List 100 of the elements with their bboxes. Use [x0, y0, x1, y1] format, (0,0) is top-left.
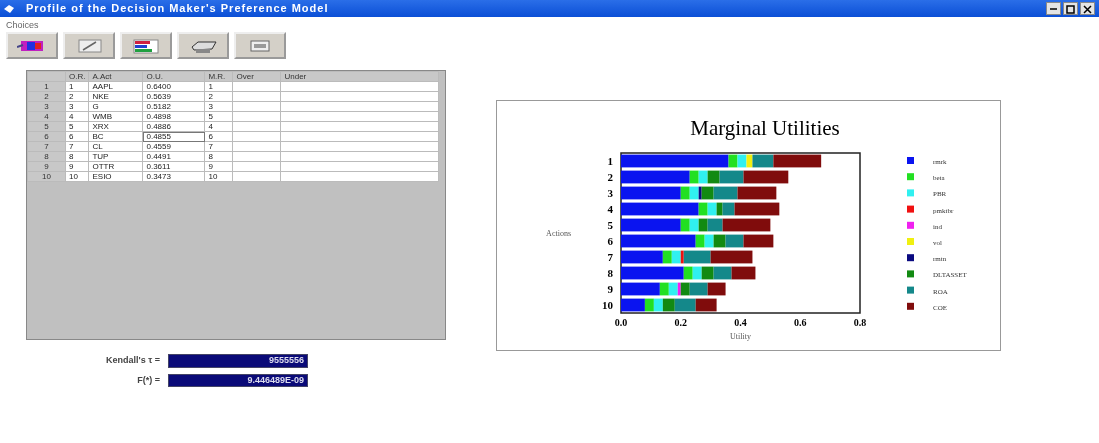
column-header[interactable]: Under — [280, 71, 439, 82]
maximize-icon — [1066, 4, 1075, 14]
close-button[interactable] — [1080, 2, 1095, 15]
column-header[interactable]: M.R. — [204, 71, 233, 82]
table-cell: 5 — [204, 111, 233, 122]
table-cell: TUP — [88, 151, 143, 162]
table-cell: 8 — [65, 151, 89, 162]
legend-swatch — [907, 205, 914, 213]
table-cell: 3 — [65, 101, 89, 112]
row-header: 3 — [27, 101, 66, 112]
toolbar-button[interactable] — [120, 32, 172, 59]
table-cell: 4 — [204, 121, 233, 132]
table-cell: 0.4855 — [142, 131, 205, 142]
minimize-button[interactable] — [1046, 2, 1061, 15]
row-header: 2 — [27, 91, 66, 102]
table-cell: 2 — [65, 91, 89, 102]
table-cell: 0.4898 — [142, 111, 205, 122]
column-header[interactable]: O.R. — [65, 71, 89, 82]
legend-swatch — [907, 173, 914, 181]
result-label: Kendall's τ = — [105, 354, 160, 367]
bar-segment — [689, 218, 699, 232]
legend-swatch — [907, 221, 914, 229]
axis-label: 6 — [607, 235, 613, 247]
row-header: 7 — [27, 141, 66, 152]
bar-segment — [737, 154, 747, 168]
table-cell: AAPL — [88, 81, 143, 92]
axis-label: 9 — [607, 283, 613, 295]
table-cell: 0.4886 — [142, 121, 205, 132]
table-cell: 5 — [65, 121, 89, 132]
row-header: 1 — [27, 81, 66, 92]
axis-label: 0.4 — [734, 317, 747, 328]
table-cell: WMB — [88, 111, 143, 122]
table-cell: 10 — [65, 171, 89, 182]
toolbar-button[interactable] — [6, 32, 58, 59]
bar-segment — [704, 234, 714, 248]
row-header: 10 — [27, 171, 66, 182]
table-cell: CL — [88, 141, 143, 152]
table-cell: 7 — [204, 141, 233, 152]
legend-swatch — [907, 302, 914, 310]
app-icon — [4, 4, 14, 13]
bar-segment — [698, 170, 708, 184]
legend-swatch — [907, 270, 914, 278]
row-header: 5 — [27, 121, 66, 132]
table-cell: 8 — [204, 151, 233, 162]
table-cell: 1 — [204, 81, 233, 92]
column-header[interactable]: Over — [232, 71, 281, 82]
table-cell: 6 — [204, 131, 233, 142]
axis-label: 0.6 — [794, 317, 807, 328]
axis-label: 10 — [602, 299, 613, 311]
table-cell: 6 — [65, 131, 89, 142]
window-title: Profile of the Decision Maker's Preference Model — [26, 1, 329, 17]
close-icon — [1083, 4, 1092, 14]
axis-label: 0.8 — [853, 317, 867, 328]
axis-label: 4 — [607, 203, 613, 215]
table-cell: 9 — [204, 161, 233, 172]
legend-swatch — [907, 238, 914, 245]
maximize-button[interactable] — [1063, 2, 1078, 15]
axis-title: Utility — [730, 332, 751, 341]
table-cell: BC — [88, 131, 143, 142]
table-cell: 1 — [65, 81, 89, 92]
axis-label: 1 — [607, 155, 613, 167]
axis-label: 8 — [607, 267, 613, 279]
axis-label: 0.0 — [614, 317, 628, 328]
axis-label: 2 — [607, 171, 613, 183]
table-cell: 10 — [204, 171, 233, 182]
table-cell: 9 — [65, 161, 89, 172]
row-header: 6 — [27, 131, 66, 142]
row-header: 8 — [27, 151, 66, 162]
table-cell: 0.3611 — [142, 161, 205, 172]
axis-title: Actions — [546, 229, 571, 238]
table-cell: 0.5639 — [142, 91, 205, 102]
column-header[interactable]: A.Act — [88, 71, 143, 82]
legend-swatch — [907, 254, 914, 262]
table-cell: 0.3473 — [142, 171, 205, 182]
row-header: 9 — [27, 161, 66, 172]
toolbar-button[interactable] — [177, 32, 229, 59]
legend-swatch — [907, 157, 914, 164]
axis-label: 7 — [607, 251, 613, 263]
column-header[interactable]: O.U. — [142, 71, 205, 82]
table-cell: 0.6400 — [142, 81, 205, 92]
minimize-icon — [1050, 8, 1057, 11]
table-cell: 0.4491 — [142, 151, 205, 162]
axis-label: 3 — [607, 187, 613, 199]
table-cell: 3 — [204, 101, 233, 112]
table-cell: G — [88, 101, 143, 112]
table-cell: XRX — [88, 121, 143, 132]
legend-swatch — [907, 286, 914, 294]
chart-title: Marginal Utilities — [690, 116, 840, 140]
result-label: F(*) = — [136, 373, 160, 387]
table-cell: ESIO — [88, 171, 143, 182]
result-field: 9.446489E-09 — [168, 373, 308, 387]
axis-label: 0.2 — [674, 317, 687, 328]
bar-segment — [653, 298, 663, 312]
table-cell: OTTR — [88, 161, 143, 172]
table-cell: 2 — [204, 91, 233, 102]
menu-item[interactable]: Choices — [6, 19, 39, 29]
table-cell: 0.5182 — [142, 101, 205, 112]
bar-segment — [707, 202, 717, 216]
result-field: 9555556 — [168, 354, 308, 368]
table-cell: 4 — [65, 111, 89, 122]
